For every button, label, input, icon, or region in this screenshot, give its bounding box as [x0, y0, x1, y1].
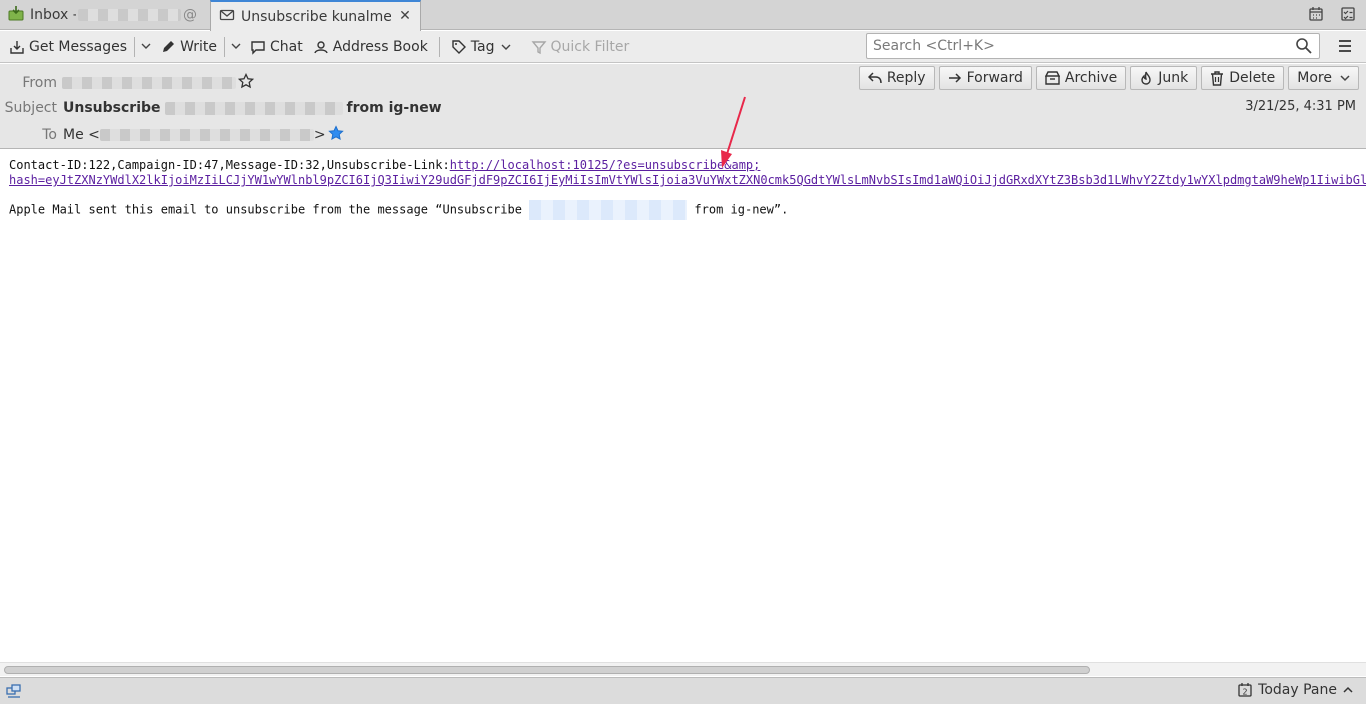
chat-icon	[251, 40, 265, 55]
today-pane-label: Today Pane	[1258, 682, 1337, 698]
write-dropdown[interactable]	[227, 40, 245, 54]
app-menu-button[interactable]	[1336, 37, 1354, 55]
chat-button[interactable]: Chat	[245, 34, 308, 60]
tab-bar: Inbox - @ Unsubscribe kunalme ✕	[0, 0, 1366, 31]
redacted-body-name	[529, 200, 688, 220]
to-me[interactable]: Me <	[63, 127, 100, 143]
tag-label: Tag	[470, 38, 495, 55]
main-toolbar: Get Messages Write Chat Address Book Tag…	[0, 31, 1366, 63]
body-line-3: Apple Mail sent this email to unsubscrib…	[9, 200, 788, 220]
subject-label: Subject	[4, 100, 57, 116]
tab-active-label: Unsubscribe kunalme	[241, 8, 391, 25]
message-date: 3/21/25, 4:31 PM	[1245, 99, 1356, 114]
get-messages-dropdown[interactable]	[137, 40, 155, 54]
chevron-up-icon	[1343, 686, 1353, 693]
forward-button[interactable]: Forward	[938, 66, 1032, 90]
svg-text:2: 2	[1243, 688, 1248, 697]
flame-icon	[1141, 71, 1151, 85]
hamburger-menu-icon	[1339, 40, 1351, 52]
quick-filter-button[interactable]: Quick Filter	[526, 34, 635, 60]
tab-unsubscribe-message[interactable]: Unsubscribe kunalme ✕	[210, 0, 421, 31]
more-button[interactable]: More	[1288, 66, 1359, 90]
delete-button[interactable]: Delete	[1201, 66, 1285, 90]
star-outline-icon[interactable]	[237, 72, 255, 93]
today-pane-toggle[interactable]: 2 Today Pane	[1237, 682, 1358, 698]
archive-label: Archive	[1064, 70, 1118, 86]
chevron-down-icon	[1340, 75, 1350, 82]
search-input[interactable]	[873, 38, 1295, 54]
scrollbar-thumb[interactable]	[4, 666, 1090, 674]
more-label: More	[1297, 70, 1332, 86]
apple-mail-text: Apple Mail sent this email to unsubscrib…	[9, 202, 530, 217]
body-line-2: hash=eyJtZXNzYWdlX2lkIjoiMzIiLCJjYW1wYWl…	[9, 173, 1366, 187]
body-line-1: Contact-ID:122,Campaign-ID:47,Message-ID…	[9, 158, 760, 172]
junk-button[interactable]: Junk	[1130, 66, 1198, 90]
reply-button[interactable]: Reply	[858, 66, 935, 90]
tag-icon	[452, 39, 466, 54]
redacted-account	[78, 9, 181, 21]
trash-icon	[1211, 70, 1224, 86]
search-icon[interactable]	[1295, 37, 1313, 55]
chat-label: Chat	[270, 38, 303, 55]
horizontal-scrollbar[interactable]	[0, 662, 1366, 676]
subject-prefix: Unsubscribe	[63, 100, 161, 116]
address-book-label: Address Book	[332, 38, 428, 55]
junk-label: Junk	[1158, 70, 1189, 86]
redacted-to-address	[99, 129, 314, 141]
envelope-icon	[219, 7, 235, 27]
delete-label: Delete	[1229, 70, 1276, 86]
tab-inbox-label: Inbox -	[30, 7, 77, 23]
from-row: From	[0, 72, 255, 94]
network-status-icon[interactable]	[6, 683, 22, 703]
tasks-icon[interactable]	[1340, 6, 1356, 26]
address-book-button[interactable]: Address Book	[308, 34, 433, 60]
archive-button[interactable]: Archive	[1035, 66, 1127, 90]
to-label: To	[42, 127, 57, 143]
to-row: To Me < >	[0, 124, 344, 146]
write-button[interactable]: Write	[155, 34, 222, 60]
write-label: Write	[180, 38, 218, 55]
subject-suffix: from ig-new	[346, 100, 442, 116]
status-bar: 2 Today Pane	[0, 677, 1366, 704]
subject-row: Subject Unsubscribe from ig-new	[0, 97, 442, 119]
search-box[interactable]	[866, 33, 1320, 59]
filter-icon	[531, 40, 546, 54]
apple-mail-text-suffix: from ig-new”.	[687, 202, 789, 217]
redacted-subject-name	[164, 101, 343, 115]
contact-campaign-info: Contact-ID:122,Campaign-ID:47,Message-ID…	[9, 158, 450, 172]
pencil-icon	[163, 40, 175, 52]
chevron-down-icon	[231, 43, 241, 49]
quick-filter-label: Quick Filter	[550, 38, 630, 55]
address-book-icon	[314, 40, 328, 53]
message-body: Contact-ID:122,Campaign-ID:47,Message-ID…	[0, 150, 1366, 662]
reply-icon	[867, 72, 882, 84]
close-tab-icon[interactable]: ✕	[398, 8, 412, 24]
message-header: From Subject Unsubscribe from ig-new 3/2…	[0, 64, 1366, 149]
unsubscribe-link-part1[interactable]: http://localhost:10125/?es=unsubscribe&a…	[450, 158, 761, 172]
unsubscribe-link-part2[interactable]: hash=eyJtZXNzYWdlX2lkIjoiMzIiLCJjYW1wYWl…	[9, 173, 1366, 187]
reply-label: Reply	[886, 70, 926, 86]
star-filled-icon[interactable]	[327, 125, 344, 145]
calendar-day-icon: 2	[1238, 683, 1252, 697]
forward-icon	[948, 73, 961, 83]
from-label: From	[22, 75, 57, 91]
chevron-down-icon	[141, 43, 151, 49]
tab-inbox[interactable]: Inbox - @	[0, 0, 205, 30]
archive-icon	[1044, 71, 1060, 85]
tag-button[interactable]: Tag	[446, 34, 516, 60]
inbox-icon	[8, 5, 24, 25]
to-close: >	[313, 127, 326, 143]
forward-label: Forward	[966, 70, 1023, 86]
message-actions: Reply Forward Archive Junk Delete More	[858, 66, 1359, 90]
from-address[interactable]	[62, 77, 236, 89]
get-messages-button[interactable]: Get Messages	[4, 34, 132, 60]
get-messages-label: Get Messages	[29, 38, 128, 55]
calendar-icon[interactable]	[1308, 6, 1324, 26]
chevron-down-icon	[501, 44, 510, 50]
download-icon	[10, 40, 24, 54]
